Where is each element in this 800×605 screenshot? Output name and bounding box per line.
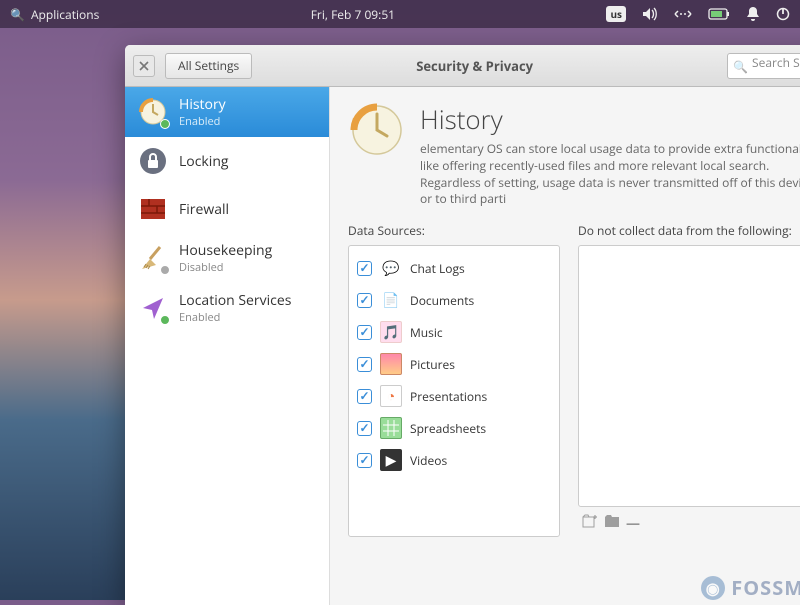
source-label: Presentations [410,388,487,405]
sidebar-item-status: Disabled [179,260,272,275]
sidebar-item-status: Enabled [179,310,291,325]
sidebar: History Enabled Locking Firewall [125,87,330,605]
sidebar-item-label: Location Services [179,291,291,310]
applications-menu[interactable]: 🔍 Applications [10,6,99,23]
spreadsheets-icon [380,417,402,439]
lock-icon [137,145,169,177]
sidebar-item-label: Housekeeping [179,241,272,260]
search-icon: 🔍 [10,6,25,23]
source-chat-logs[interactable]: 💬 Chat Logs [355,252,553,284]
sidebar-item-location[interactable]: Location Services Enabled [125,283,329,333]
sidebar-item-housekeeping[interactable]: Housekeeping Disabled [125,233,329,283]
keyboard-layout-indicator[interactable]: us [606,6,626,22]
checkbox[interactable] [357,389,372,404]
sidebar-item-status: Enabled [179,114,226,129]
source-videos[interactable]: ▶ Videos [355,444,553,476]
network-icon[interactable] [674,8,692,20]
notifications-icon[interactable] [746,6,760,22]
source-label: Spreadsheets [410,420,486,437]
source-label: Music [410,324,443,341]
source-label: Documents [410,292,474,309]
source-pictures[interactable]: Pictures [355,348,553,380]
checkbox[interactable] [357,325,372,340]
window-title: Security & Privacy [232,57,717,75]
remove-button[interactable]: — [626,514,640,533]
firewall-icon [137,193,169,225]
top-panel: 🔍 Applications Fri, Feb 7 09:51 us [0,0,800,28]
watermark-text: FOSSMint [731,574,800,601]
panel-datetime[interactable]: Fri, Feb 7 09:51 [311,6,395,23]
history-icon-large [348,101,406,159]
exclude-toolbar: — [578,510,800,537]
source-music[interactable]: 🎵 Music [355,316,553,348]
sidebar-item-label: Locking [179,152,229,171]
sidebar-item-locking[interactable]: Locking [125,137,329,185]
source-presentations[interactable]: ◔ Presentations [355,380,553,412]
presentations-icon: ◔ [380,385,402,407]
sidebar-item-history[interactable]: History Enabled [125,87,329,137]
power-icon[interactable] [776,7,790,21]
titlebar: All Settings Security & Privacy Search S… [125,45,800,87]
exclude-list[interactable] [578,245,800,507]
source-label: Pictures [410,356,455,373]
source-label: Chat Logs [410,260,465,277]
add-folder-button[interactable] [604,514,620,533]
close-button[interactable] [133,55,155,77]
search-input[interactable]: Search Set [727,53,800,79]
broom-icon [137,242,169,274]
page-description: elementary OS can store local usage data… [420,141,800,208]
checkbox[interactable] [357,261,372,276]
location-icon [137,292,169,324]
chat-icon: 💬 [380,257,402,279]
source-label: Videos [410,452,447,469]
checkbox[interactable] [357,453,372,468]
sources-label: Data Sources: [348,222,560,239]
watermark-icon: ◉ [701,576,725,600]
search-placeholder: Search Set [752,54,800,71]
sources-list: 💬 Chat Logs 📄 Documents 🎵 Music [348,245,560,537]
battery-icon[interactable] [708,8,730,20]
applications-label: Applications [31,6,99,23]
checkbox[interactable] [357,293,372,308]
source-spreadsheets[interactable]: Spreadsheets [355,412,553,444]
checkbox[interactable] [357,421,372,436]
settings-window: All Settings Security & Privacy Search S… [125,45,800,605]
add-file-button[interactable] [582,514,598,533]
checkbox[interactable] [357,357,372,372]
content-pane: History elementary OS can store local us… [330,87,800,605]
sound-icon[interactable] [642,7,658,21]
page-title: History [420,101,800,137]
watermark: ◉ FOSSMint [701,574,800,601]
pictures-icon [380,353,402,375]
sidebar-item-firewall[interactable]: Firewall [125,185,329,233]
source-documents[interactable]: 📄 Documents [355,284,553,316]
videos-icon: ▶ [380,449,402,471]
sidebar-item-label: Firewall [179,200,229,219]
exclude-label: Do not collect data from the following: [578,222,800,239]
document-icon: 📄 [380,289,402,311]
music-icon: 🎵 [380,321,402,343]
sidebar-item-label: History [179,95,226,114]
history-icon [137,96,169,128]
